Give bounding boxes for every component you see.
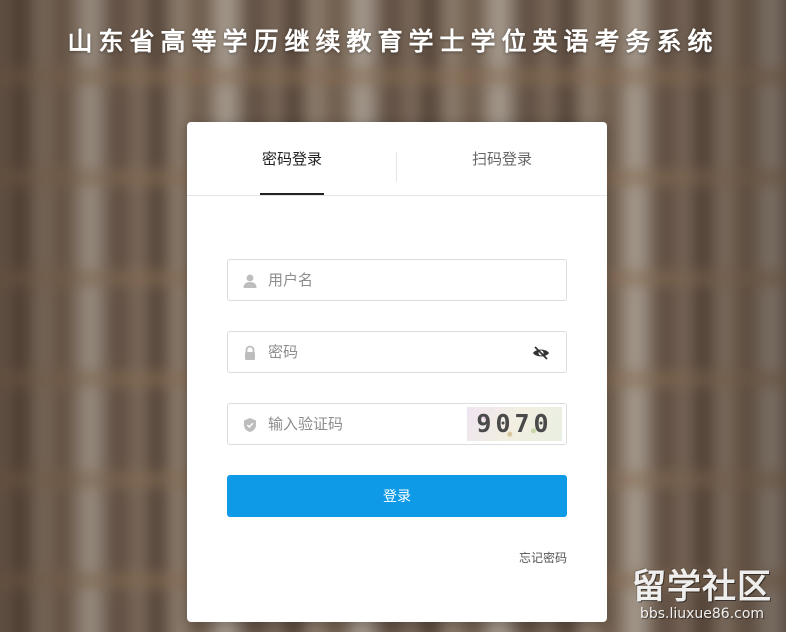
site-title: 山东省高等学历继续教育学士学位英语考务系统 xyxy=(67,27,719,56)
lock-icon xyxy=(242,345,258,361)
login-tabs: 密码登录 扫码登录 xyxy=(187,122,607,196)
tab-password-login[interactable]: 密码登录 xyxy=(187,122,397,196)
captcha-image[interactable]: 9070 xyxy=(467,407,562,441)
captcha-field[interactable]: 9070 xyxy=(227,403,567,445)
watermark-url: bbs.liuxue86.com xyxy=(639,606,765,622)
user-icon xyxy=(242,273,258,289)
tab-qrcode-login[interactable]: 扫码登录 xyxy=(397,122,607,196)
active-tab-indicator xyxy=(260,193,324,195)
forgot-password-link[interactable]: 忘记密码 xyxy=(519,549,567,566)
shield-icon xyxy=(242,417,258,433)
watermark-logo: 留学社区 xyxy=(632,567,772,607)
username-field[interactable] xyxy=(227,259,567,301)
password-input[interactable] xyxy=(268,332,518,372)
watermark: 留学社区 bbs.liuxue86.com xyxy=(632,559,772,622)
login-card: 密码登录 扫码登录 用户名 输入验证码 9070 登录 忘记密码 xyxy=(187,122,607,622)
login-button[interactable]: 登录 xyxy=(227,475,567,517)
password-field[interactable] xyxy=(227,331,567,373)
eye-slash-icon[interactable] xyxy=(532,345,550,361)
username-input[interactable] xyxy=(268,260,518,300)
